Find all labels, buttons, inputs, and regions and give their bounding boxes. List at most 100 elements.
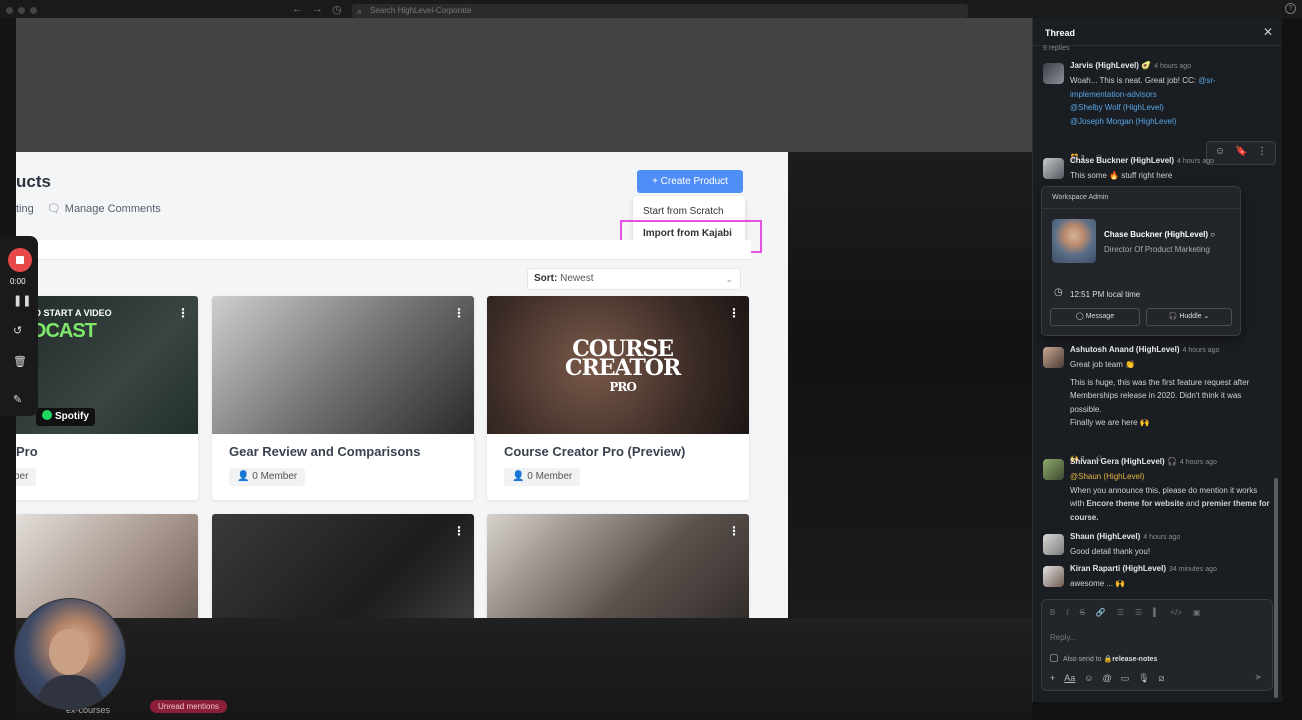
recording-timer: 0:00: [10, 277, 26, 286]
message-time[interactable]: 4 hours ago: [1180, 459, 1217, 466]
tab-manage-comments[interactable]: 🗨 Manage Comments: [47, 203, 161, 215]
message-time[interactable]: 34 minutes ago: [1169, 566, 1217, 573]
message-author[interactable]: Shivani Gera (HighLevel) 🎧 4 hours ago: [1070, 457, 1217, 466]
pause-icon[interactable]: ❚❚: [13, 294, 31, 307]
create-product-button[interactable]: + Create Product: [637, 170, 743, 193]
window-zoom-dot[interactable]: [30, 7, 37, 14]
screen-share-area: ucts ting 🗨 Manage Comments + Create Prod…: [16, 18, 1032, 618]
italic-icon[interactable]: I: [1066, 608, 1068, 617]
close-icon[interactable]: ✕: [1263, 25, 1273, 39]
message-body: Woah... This is neat. Great job! CC: @sr…: [1070, 74, 1245, 128]
blockquote-icon[interactable]: ▍: [1153, 608, 1159, 617]
code-block-icon[interactable]: ▣: [1193, 608, 1201, 617]
more-options-icon[interactable]: ⋮: [177, 306, 189, 320]
emoji-icon[interactable]: ☺: [1084, 673, 1093, 683]
product-search-bar[interactable]: [16, 240, 751, 260]
webcam-bubble[interactable]: [14, 598, 126, 710]
avatar[interactable]: [1043, 534, 1064, 555]
message-button-label: Message: [1085, 313, 1115, 320]
workspace-search[interactable]: ⌕ Search HighLevel-Corporate: [352, 4, 968, 18]
avatar[interactable]: [1043, 459, 1064, 480]
stop-recording-button[interactable]: [8, 248, 32, 272]
message-text: awesome ... 🙌: [1070, 579, 1126, 588]
reply-composer: BIS🔗☰☰▍</>▣ Also send to 🔒release-notes …: [1041, 599, 1273, 691]
message-button[interactable]: ◯ Message: [1050, 308, 1140, 326]
product-card[interactable]: O START A VIDEO DCAST Spotify ⋮ Pro ber: [16, 296, 198, 500]
more-options-icon[interactable]: ⋮: [453, 524, 465, 538]
message-time[interactable]: 4 hours ago: [1154, 63, 1191, 70]
ordered-list-icon[interactable]: ☰: [1117, 608, 1124, 617]
also-send-checkbox[interactable]: [1050, 654, 1058, 662]
history-icon[interactable]: ◷: [332, 3, 342, 16]
bullet-list-icon[interactable]: ☰: [1135, 608, 1142, 617]
chevron-down-icon[interactable]: ⌄: [1202, 313, 1209, 320]
send-icon[interactable]: ➤: [1254, 672, 1262, 683]
sort-dropdown[interactable]: Sort: Newest ⌄: [527, 268, 741, 290]
mention-link[interactable]: @Shaun (HighLevel): [1070, 470, 1270, 484]
message-author[interactable]: Shaun (HighLevel) 4 hours ago: [1070, 532, 1180, 541]
more-options-icon[interactable]: ⋮: [728, 306, 740, 320]
user-icon: 👤: [237, 471, 253, 482]
strikethrough-icon[interactable]: S: [1080, 608, 1085, 617]
avatar[interactable]: [1043, 566, 1064, 587]
message-time[interactable]: 4 hours ago: [1177, 158, 1214, 165]
bookmark-icon[interactable]: 🔖: [1235, 146, 1247, 157]
product-card[interactable]: ⋮ Gear Review and Comparisons 👤 0 Member: [212, 296, 474, 500]
also-send-to-channel[interactable]: Also send to 🔒release-notes: [1050, 654, 1157, 663]
microphone-icon[interactable]: 🎙: [1138, 673, 1149, 683]
unread-mentions-pill[interactable]: Unread mentions: [150, 700, 227, 713]
plus-icon[interactable]: +: [1050, 673, 1055, 683]
product-card[interactable]: ⋮: [487, 514, 749, 618]
pen-icon[interactable]: ✎: [13, 393, 22, 406]
bold-icon[interactable]: B: [1050, 608, 1055, 617]
more-options-icon[interactable]: ⋮: [728, 524, 740, 538]
message-author[interactable]: Kiran Raparti (HighLevel) 34 minutes ago: [1070, 564, 1217, 573]
forward-arrow-icon[interactable]: →: [312, 3, 323, 15]
composer-toolbar: + Aa ☺ @ ▭ 🎙 ⧄: [1050, 673, 1173, 684]
huddle-button-label: Huddle: [1179, 313, 1202, 320]
more-options-icon[interactable]: ⋮: [453, 306, 465, 320]
share-right-region: [788, 152, 1032, 618]
message-time[interactable]: 4 hours ago: [1143, 534, 1180, 541]
profile-name[interactable]: Chase Buckner (HighLevel) ○: [1104, 230, 1215, 239]
message-author[interactable]: Jarvis (HighLevel) 🥑 4 hours ago: [1070, 61, 1191, 70]
add-reaction-icon[interactable]: ☺: [1215, 146, 1225, 157]
product-card[interactable]: ⋮: [212, 514, 474, 618]
trash-icon[interactable]: 🗑: [13, 355, 27, 368]
thread-scrollbar[interactable]: [1274, 478, 1278, 698]
message-time[interactable]: 4 hours ago: [1182, 347, 1219, 354]
share-top-region: [16, 18, 1032, 152]
mention-icon[interactable]: @: [1102, 673, 1111, 683]
avatar[interactable]: [1043, 158, 1064, 179]
text-format-icon[interactable]: Aa: [1064, 673, 1075, 683]
product-card[interactable]: COURSE CREATOR PRO ⋮ Course Creator Pro …: [487, 296, 749, 500]
reply-input[interactable]: [1050, 630, 1260, 644]
video-icon[interactable]: ▭: [1121, 673, 1130, 683]
avatar[interactable]: [1043, 347, 1064, 368]
mention-link[interactable]: @Joseph Morgan (HighLevel): [1070, 117, 1176, 126]
tab-settings[interactable]: ting: [16, 203, 34, 215]
back-arrow-icon[interactable]: ←: [292, 3, 303, 15]
window-close-dot[interactable]: [6, 7, 13, 14]
message-author[interactable]: Chase Buckner (HighLevel) 4 hours ago: [1070, 156, 1214, 165]
message-text: Good detail thank you!: [1070, 547, 1151, 556]
message-author[interactable]: Ashutosh Anand (HighLevel) 4 hours ago: [1070, 345, 1219, 354]
product-card[interactable]: [16, 514, 198, 618]
member-count: 👤 0 Member: [504, 468, 581, 486]
profile-photo[interactable]: [1052, 219, 1096, 263]
member-count-label: 0 Member: [252, 471, 298, 482]
slash-command-icon[interactable]: ⧄: [1159, 673, 1165, 683]
link-icon[interactable]: 🔗: [1096, 608, 1106, 617]
mention-link[interactable]: @Shelby Wolf (HighLevel): [1070, 103, 1164, 112]
help-icon[interactable]: ?: [1285, 3, 1296, 14]
more-actions-icon[interactable]: ⋮: [1257, 146, 1267, 157]
window-minimize-dot[interactable]: [18, 7, 25, 14]
avatar[interactable]: [1043, 63, 1064, 84]
product-thumbnail: ⋮: [212, 514, 474, 618]
huddle-button[interactable]: 🎧 Huddle ⌄: [1146, 308, 1232, 326]
menu-item-start-from-scratch[interactable]: Start from Scratch: [643, 206, 724, 217]
code-icon[interactable]: </>: [1170, 608, 1182, 617]
message-text: Woah... This is neat. Great job! CC:: [1070, 76, 1199, 85]
tab-manage-comments-label: Manage Comments: [64, 203, 161, 215]
restart-icon[interactable]: ↺: [13, 324, 22, 337]
